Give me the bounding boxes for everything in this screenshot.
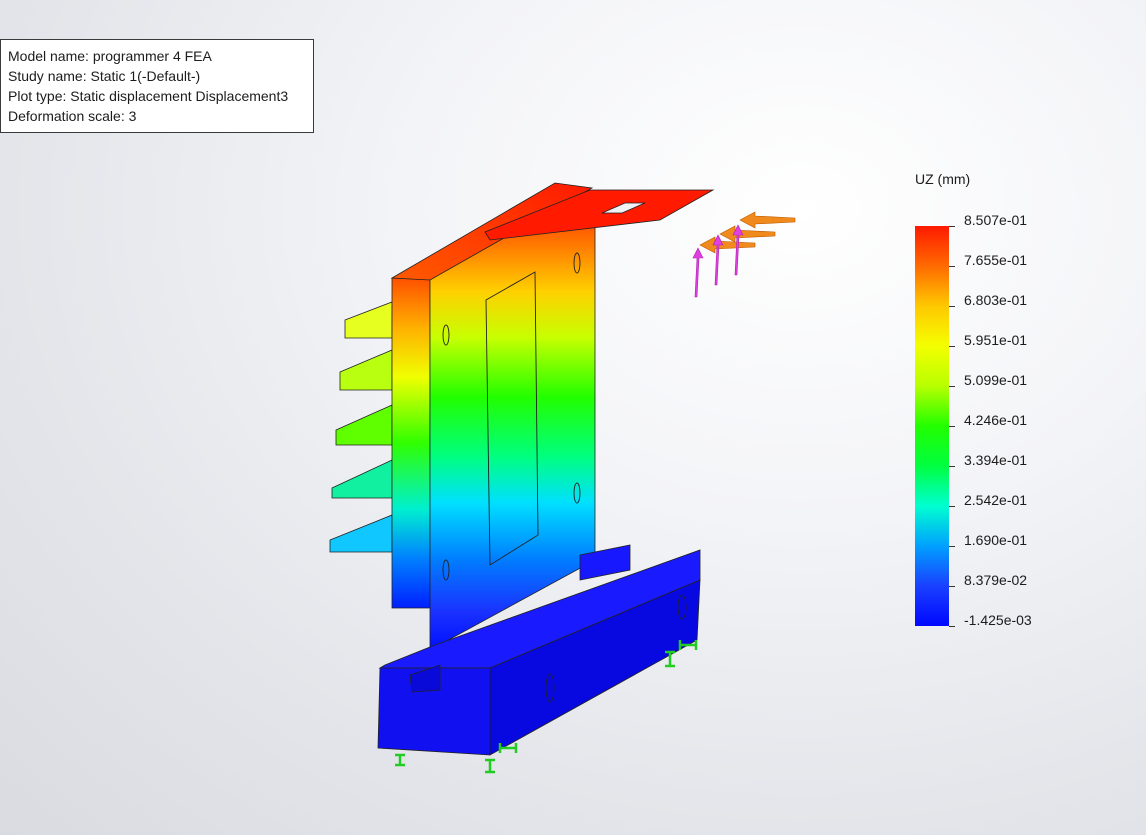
fea-model-view[interactable] [0, 0, 1146, 835]
force-arrow-icon [692, 211, 796, 298]
plate-side-face [391, 277, 431, 609]
heat-sink-fins [329, 301, 393, 553]
